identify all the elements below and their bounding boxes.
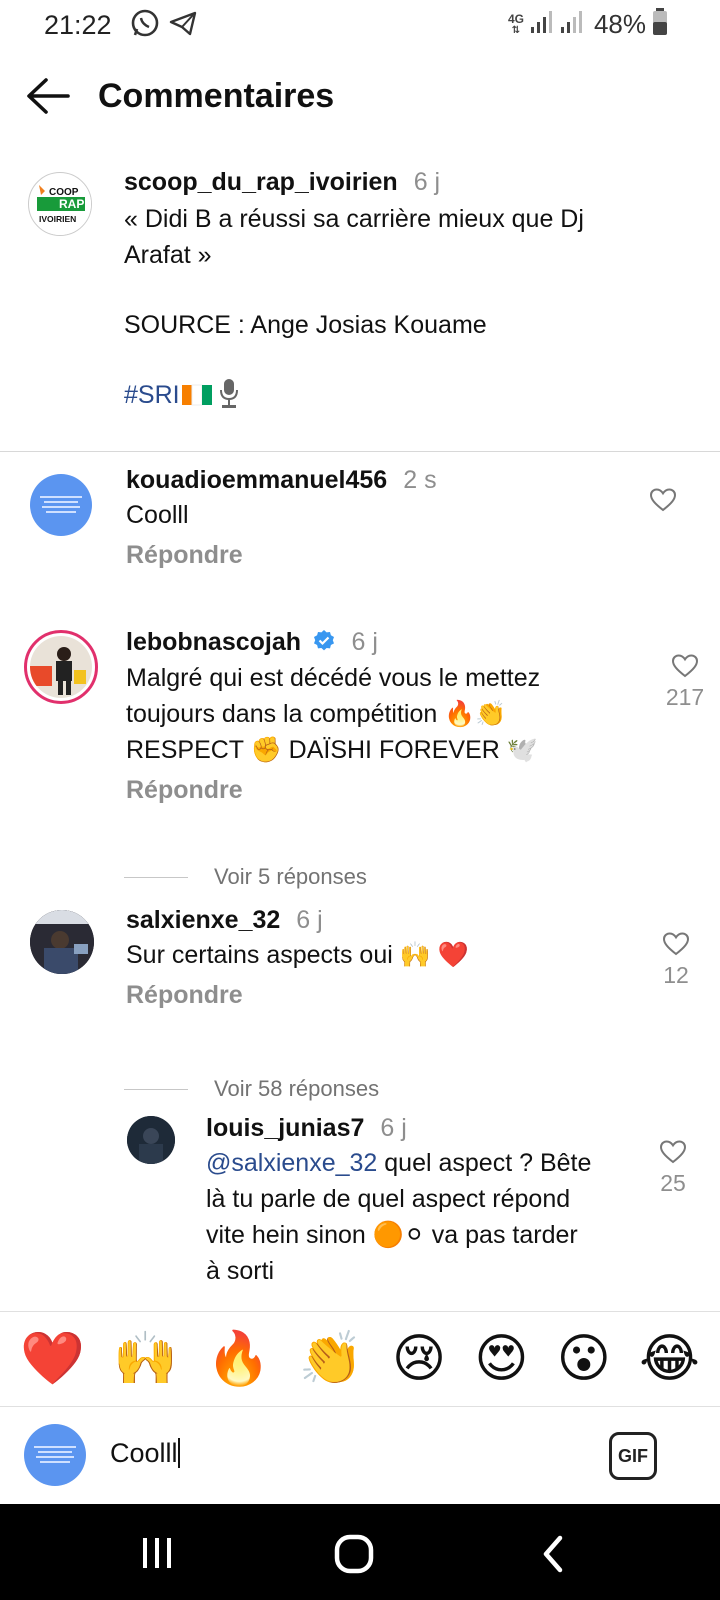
signal-icon (560, 9, 584, 40)
emoji-quick-bar: ❤️ 🙌 🔥 👏 😢 😍 😮 😂 (0, 1311, 720, 1407)
comment-meta: kouadioemmanuel456 2 s (126, 466, 646, 495)
current-user-avatar (24, 1424, 86, 1486)
comment-meta: louis_junias7 6 j (206, 1114, 646, 1143)
commenter-avatar[interactable] (30, 474, 92, 536)
comment-item: kouadioemmanuel456 2 s Coolll Répondre (0, 466, 720, 596)
telegram-icon (168, 8, 198, 43)
emoji-heart-eyes[interactable]: 😍 (474, 1329, 528, 1389)
comment-text: Coolll (126, 501, 189, 529)
emoji-raised-hands[interactable]: 🙌 (113, 1329, 178, 1389)
status-notification-icons (130, 8, 198, 43)
emoji-heart[interactable]: ❤️ (20, 1329, 85, 1389)
comment-input[interactable]: Coolll (110, 1438, 180, 1469)
reply-item: louis_junias7 6 j @salxienxe_32 quel aspe… (0, 1114, 720, 1310)
battery-icon (652, 8, 668, 41)
post-author-avatar[interactable]: COOP RAP IVOIRIEN (28, 172, 92, 236)
heart-icon (633, 488, 693, 512)
comment-time: 2 s (403, 466, 437, 494)
comment-text: Malgré qui est décédé vous le mettez tou… (126, 664, 541, 764)
divider (124, 876, 188, 878)
view-replies-label: Voir 58 réponses (214, 1076, 380, 1101)
emoji-clapping[interactable]: 👏 (299, 1329, 364, 1389)
signal-icon (530, 9, 554, 40)
emoji-surprised[interactable]: 😮 (557, 1329, 611, 1389)
post-time: 6 j (413, 168, 441, 196)
heart-icon (643, 1140, 703, 1164)
heart-icon (655, 654, 715, 678)
microphone-icon (216, 377, 242, 419)
network-type: 4G ⇅ (507, 11, 524, 36)
comment-username[interactable]: lebobnascojah (126, 628, 301, 656)
emoji-crying[interactable]: 😢 (392, 1329, 446, 1389)
post-meta: scoop_du_rap_ivoirien 6 j (124, 168, 684, 197)
back-arrow-icon[interactable] (24, 76, 72, 116)
like-button[interactable]: 217 (655, 654, 715, 711)
system-nav-bar (0, 1504, 720, 1600)
view-replies-button[interactable]: Voir 5 réponses (124, 864, 367, 890)
emoji-fire[interactable]: 🔥 (206, 1329, 271, 1389)
like-count: 25 (660, 1170, 686, 1196)
flag-icon (181, 381, 212, 417)
comment-username[interactable]: louis_junias7 (206, 1114, 364, 1142)
comment-username[interactable]: kouadioemmanuel456 (126, 466, 387, 494)
like-button[interactable] (633, 488, 693, 512)
battery-level: 48% (593, 9, 646, 39)
comment-composer: Coolll GIF (0, 1408, 720, 1504)
gif-button[interactable]: GIF (609, 1432, 657, 1480)
emoji-laughing[interactable]: 😂 (639, 1329, 700, 1389)
view-replies-button[interactable]: Voir 58 réponses (124, 1076, 379, 1102)
comment-text: Sur certains aspects oui 🙌 ❤️ (126, 941, 469, 969)
home-icon[interactable] (334, 1534, 374, 1579)
view-replies-label: Voir 5 réponses (214, 864, 367, 889)
svg-text:IVOIRIEN: IVOIRIEN (39, 214, 76, 224)
divider (124, 1088, 188, 1090)
mention-link[interactable]: @salxienxe_32 (206, 1149, 377, 1177)
page-title: Commentaires (98, 77, 335, 115)
reply-button[interactable]: Répondre (126, 541, 646, 570)
whatsapp-icon (130, 8, 160, 43)
post-hashtags: #SRI (124, 377, 684, 419)
commenter-avatar[interactable] (127, 1116, 175, 1164)
hashtag-link[interactable]: #SRI (124, 381, 180, 409)
post-username[interactable]: scoop_du_rap_ivoirien (124, 168, 398, 196)
recent-apps-icon[interactable] (140, 1536, 174, 1575)
comment-time: 6 j (296, 906, 323, 934)
status-time: 21:22 (44, 10, 112, 40)
comment-meta: salxienxe_32 6 j (126, 906, 646, 935)
status-indicators: 4G ⇅ 48% (508, 8, 668, 41)
comment-time: 6 j (351, 628, 378, 656)
comment-username[interactable]: salxienxe_32 (126, 906, 280, 934)
svg-text:RAP: RAP (59, 197, 84, 211)
status-bar: 21:22 4G ⇅ 48% (0, 0, 720, 50)
back-icon[interactable] (538, 1534, 568, 1579)
like-button[interactable]: 25 (643, 1140, 703, 1197)
like-button[interactable]: 12 (646, 932, 706, 989)
commenter-avatar[interactable] (30, 910, 94, 974)
post-caption: COOP RAP IVOIRIEN scoop_du_rap_ivoirien 6… (0, 160, 720, 452)
like-count: 217 (665, 684, 705, 710)
app-header: Commentaires (0, 50, 720, 142)
verified-badge-icon (312, 629, 336, 658)
comment-item: salxienxe_32 6 j Sur certains aspects oui… (0, 906, 720, 1036)
text-cursor (177, 1438, 180, 1468)
comment-item: lebobnascojah 6 j Malgré qui est décédé … (0, 628, 720, 828)
reply-button[interactable]: Répondre (126, 776, 646, 805)
comment-text: @salxienxe_32 quel aspect ? Bête là tu p… (206, 1149, 592, 1285)
commenter-avatar[interactable] (24, 630, 98, 704)
heart-icon (646, 932, 706, 956)
post-source: SOURCE : Ange Josias Kouame (124, 311, 487, 339)
comment-meta: lebobnascojah 6 j (126, 628, 646, 658)
comment-time: 6 j (380, 1114, 407, 1142)
reply-button[interactable]: Répondre (126, 981, 646, 1010)
post-text: « Didi B a réussi sa carrière mieux que … (124, 201, 684, 419)
like-count: 12 (663, 962, 689, 988)
